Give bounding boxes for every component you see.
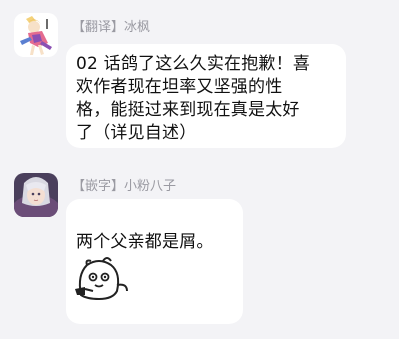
message-line: 了（详见自述）	[76, 123, 197, 143]
sender-name: 【翻译】冰枫	[72, 20, 151, 35]
message-bubble[interactable]: 两个父亲都是屑。	[66, 199, 243, 324]
chat-message: 【翻译】冰枫 02 话鸽了这么久实在抱歉！喜 欢作者现在坦率又坚强的性 格，能挺…	[0, 0, 399, 165]
avatar[interactable]	[14, 13, 58, 57]
message-line: 格，能挺过来到现在真是太好	[76, 100, 300, 120]
avatar[interactable]	[14, 173, 58, 217]
anime-girl-avatar-icon	[14, 173, 58, 217]
message-bubble[interactable]: 02 话鸽了这么久实在抱歉！喜 欢作者现在坦率又坚强的性 格，能挺过来到现在真是…	[66, 44, 346, 148]
message-line: 02 话鸽了这么久实在抱歉！喜	[76, 54, 311, 74]
sender-name: 【嵌字】小粉八子	[72, 179, 177, 194]
message-text: 02 话鸽了这么久实在抱歉！喜 欢作者现在坦率又坚强的性 格，能挺过来到现在真是…	[76, 53, 346, 145]
message-text: 两个父亲都是屑。	[76, 232, 214, 252]
anime-character-avatar-icon	[14, 13, 58, 57]
message-line: 欢作者现在坦率又坚强的性	[76, 77, 283, 97]
doodle-face-sticker-icon	[73, 255, 131, 301]
chat-message: 【嵌字】小粉八子 两个父亲都是屑。	[0, 165, 399, 339]
